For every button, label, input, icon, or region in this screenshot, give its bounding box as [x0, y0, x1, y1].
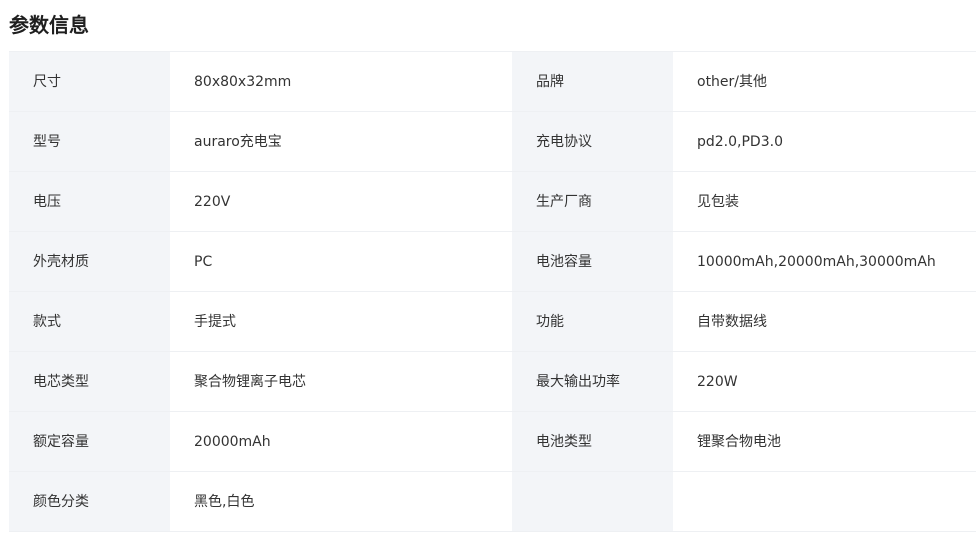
- param-label: 电芯类型: [9, 351, 170, 412]
- param-value: PC: [170, 231, 512, 292]
- param-label: 品牌: [512, 51, 673, 112]
- param-label: 外壳材质: [9, 231, 170, 292]
- param-value: 220V: [170, 171, 512, 232]
- param-value: other/其他: [673, 51, 976, 112]
- param-value: 黑色,白色: [170, 471, 512, 532]
- param-value: auraro充电宝: [170, 111, 512, 172]
- param-label: 颜色分类: [9, 471, 170, 532]
- param-value: 锂聚合物电池: [673, 411, 976, 472]
- param-label: 尺寸: [9, 51, 170, 112]
- params-row: 电压 220V 生产厂商 见包装: [9, 171, 976, 232]
- params-row: 额定容量 20000mAh 电池类型 锂聚合物电池: [9, 411, 976, 472]
- params-table: 尺寸 80x80x32mm 品牌 other/其他 型号 auraro充电宝 充…: [9, 51, 976, 532]
- param-value: 见包装: [673, 171, 976, 232]
- param-label: 电池类型: [512, 411, 673, 472]
- param-value: 10000mAh,20000mAh,30000mAh: [673, 231, 976, 292]
- param-value: 220W: [673, 351, 976, 412]
- param-value-empty: [673, 471, 976, 532]
- params-row: 电芯类型 聚合物锂离子电芯 最大输出功率 220W: [9, 351, 976, 412]
- section-title: 参数信息: [9, 13, 89, 37]
- param-label: 额定容量: [9, 411, 170, 472]
- params-row: 款式 手提式 功能 自带数据线: [9, 291, 976, 352]
- param-label: 电压: [9, 171, 170, 232]
- param-label: 最大输出功率: [512, 351, 673, 412]
- param-value: 自带数据线: [673, 291, 976, 352]
- param-value: 聚合物锂离子电芯: [170, 351, 512, 412]
- param-label: 款式: [9, 291, 170, 352]
- param-label: 充电协议: [512, 111, 673, 172]
- params-row: 颜色分类 黑色,白色: [9, 471, 976, 532]
- param-value: 手提式: [170, 291, 512, 352]
- param-label-empty: [512, 471, 673, 532]
- params-row: 型号 auraro充电宝 充电协议 pd2.0,PD3.0: [9, 111, 976, 172]
- params-row: 尺寸 80x80x32mm 品牌 other/其他: [9, 51, 976, 112]
- param-label: 生产厂商: [512, 171, 673, 232]
- param-value: 20000mAh: [170, 411, 512, 472]
- param-label: 电池容量: [512, 231, 673, 292]
- param-value: pd2.0,PD3.0: [673, 111, 976, 172]
- param-value: 80x80x32mm: [170, 51, 512, 112]
- param-label: 功能: [512, 291, 673, 352]
- params-row: 外壳材质 PC 电池容量 10000mAh,20000mAh,30000mAh: [9, 231, 976, 292]
- param-label: 型号: [9, 111, 170, 172]
